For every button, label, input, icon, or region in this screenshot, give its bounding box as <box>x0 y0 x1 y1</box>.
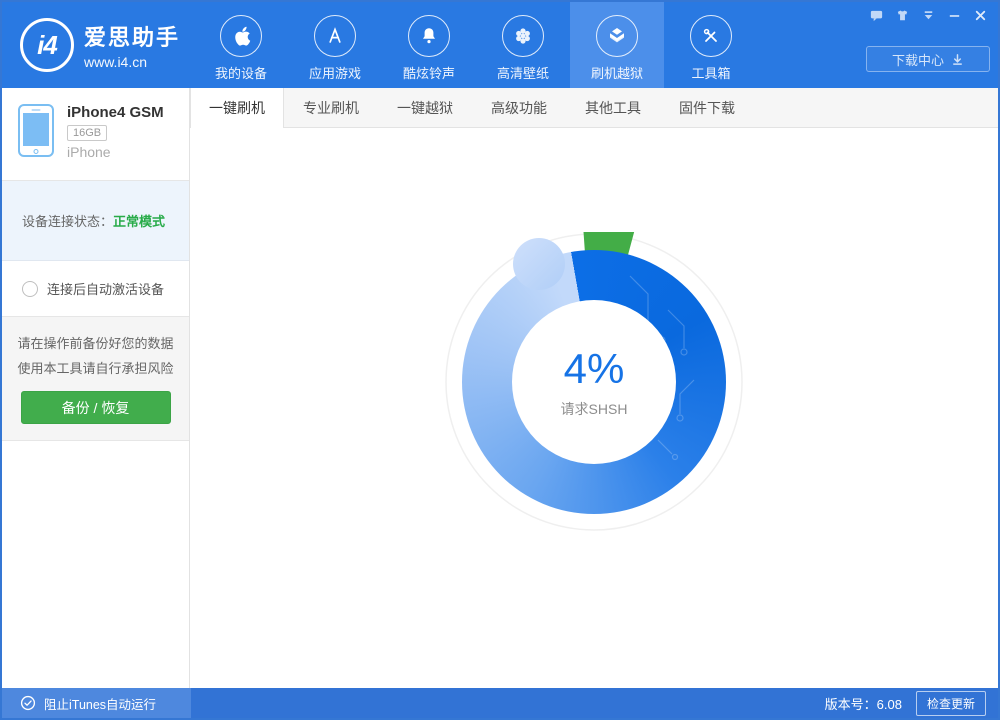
auto-activate-toggle[interactable]: 连接后自动激活设备 <box>2 261 189 317</box>
check-update-button[interactable]: 检查更新 <box>916 691 986 716</box>
nav-label: 高清壁纸 <box>497 63 549 82</box>
warning-panel: 请在操作前备份好您的数据 使用本工具请自行承担风险 备份 / 恢复 <box>2 317 189 441</box>
tab-one-click-jailbreak[interactable]: 一键越狱 <box>378 88 472 127</box>
device-info: iPhone4 GSM 16GB iPhone <box>2 88 189 181</box>
nav-item-toolbox[interactable]: 工具箱 <box>664 2 758 88</box>
block-itunes-toggle[interactable]: 阻止iTunes自动运行 <box>2 688 191 718</box>
nav-item-flash-jailbreak[interactable]: 刷机越狱 <box>570 2 664 88</box>
header: i4 爱思助手 www.i4.cn 我的设备 应用游戏 <box>2 2 998 88</box>
nav-item-wallpapers[interactable]: 高清壁纸 <box>476 2 570 88</box>
main-nav: 我的设备 应用游戏 酷炫铃声 高清壁纸 <box>194 2 758 88</box>
warning-line-1: 请在操作前备份好您的数据 <box>2 331 189 356</box>
nav-label: 应用游戏 <box>309 63 361 82</box>
jailbreak-box-icon <box>596 15 638 57</box>
app-title: 爱思助手 <box>84 20 180 52</box>
progress-center: 4% 请求SHSH <box>512 300 676 464</box>
minimize-icon[interactable] <box>944 6 964 24</box>
progress-ring-cap <box>513 238 565 290</box>
app-logo: i4 爱思助手 www.i4.cn <box>2 2 194 88</box>
bell-icon <box>408 15 450 57</box>
download-center-button[interactable]: 下载中心 <box>866 46 990 72</box>
logo-i4-icon: i4 <box>20 18 74 72</box>
device-name: iPhone4 GSM <box>67 104 164 121</box>
nav-label: 我的设备 <box>215 63 267 82</box>
feedback-icon[interactable] <box>866 6 886 24</box>
connection-status-value: 正常模式 <box>113 211 165 230</box>
auto-activate-radio[interactable] <box>22 281 38 297</box>
nav-item-apps-games[interactable]: 应用游戏 <box>288 2 382 88</box>
tab-pro-flash[interactable]: 专业刷机 <box>284 88 378 127</box>
backup-restore-button[interactable]: 备份 / 恢复 <box>21 391 171 424</box>
download-center-label: 下载中心 <box>892 50 944 69</box>
check-circle-icon <box>20 695 36 711</box>
tab-one-click-flash[interactable]: 一键刷机 <box>190 88 284 128</box>
flash-progress-view: 4% 请求SHSH <box>190 128 998 688</box>
close-icon[interactable] <box>970 6 990 24</box>
block-itunes-label: 阻止iTunes自动运行 <box>44 694 156 713</box>
progress-stage: 请求SHSH <box>561 399 628 419</box>
tab-firmware-download[interactable]: 固件下载 <box>660 88 754 127</box>
warning-line-2: 使用本工具请自行承担风险 <box>2 356 189 381</box>
nav-item-my-device[interactable]: 我的设备 <box>194 2 288 88</box>
status-bar: 阻止iTunes自动运行 版本号：6.08 检查更新 <box>2 688 998 718</box>
download-icon <box>951 53 964 66</box>
auto-activate-label: 连接后自动激活设备 <box>47 279 164 298</box>
apple-icon <box>220 15 262 57</box>
nav-label: 工具箱 <box>691 63 730 82</box>
flower-icon <box>502 15 544 57</box>
window-controls <box>866 6 990 24</box>
device-model: iPhone <box>67 144 164 160</box>
nav-label: 刷机越狱 <box>591 63 643 82</box>
nav-label: 酷炫铃声 <box>403 63 455 82</box>
appstore-icon <box>314 15 356 57</box>
skin-theme-icon[interactable] <box>892 6 912 24</box>
iphone-icon <box>18 104 54 157</box>
main-panel: 一键刷机 专业刷机 一键越狱 高级功能 其他工具 固件下载 <box>190 88 998 688</box>
version-label: 版本号：6.08 <box>825 694 902 713</box>
sidebar-empty-area <box>2 441 189 688</box>
menu-chevron-icon[interactable] <box>918 6 938 24</box>
device-capacity-badge: 16GB <box>67 125 107 141</box>
tab-advanced[interactable]: 高级功能 <box>472 88 566 127</box>
app-url: www.i4.cn <box>84 54 180 70</box>
tab-other-tools[interactable]: 其他工具 <box>566 88 660 127</box>
tools-icon <box>690 15 732 57</box>
app-window: i4 爱思助手 www.i4.cn 我的设备 应用游戏 <box>0 0 1000 720</box>
nav-item-ringtones[interactable]: 酷炫铃声 <box>382 2 476 88</box>
progress-ring: 4% 请求SHSH <box>444 232 744 532</box>
connection-status: 设备连接状态：正常模式 <box>2 181 189 261</box>
tab-bar: 一键刷机 专业刷机 一键越狱 高级功能 其他工具 固件下载 <box>190 88 998 128</box>
connection-status-label: 设备连接状态： <box>22 211 113 230</box>
sidebar: iPhone4 GSM 16GB iPhone 设备连接状态：正常模式 连接后自… <box>2 88 190 688</box>
progress-percent: 4% <box>564 345 625 393</box>
